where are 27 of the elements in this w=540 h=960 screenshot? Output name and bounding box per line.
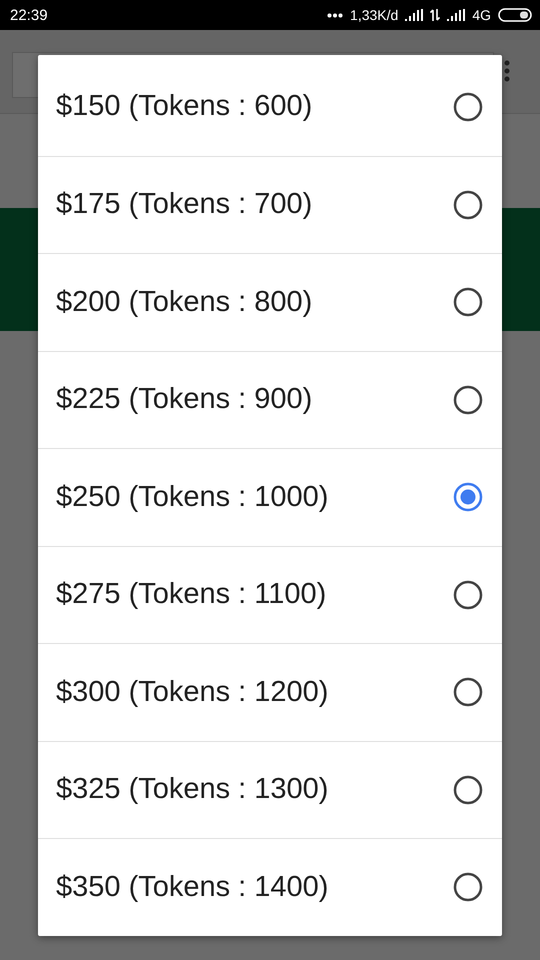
- option-item[interactable]: $300 (Tokens : 1200): [38, 643, 502, 740]
- data-arrows-icon: [430, 9, 440, 21]
- network-speed: 1,33K/d: [350, 7, 398, 23]
- option-item[interactable]: $150 (Tokens : 600): [38, 58, 502, 156]
- option-item[interactable]: $250 (Tokens : 1000): [38, 448, 502, 546]
- radio-button[interactable]: [453, 190, 483, 220]
- more-dots-icon: [327, 12, 344, 18]
- signal-icon: [447, 9, 466, 21]
- option-item[interactable]: $225 (Tokens : 900): [38, 350, 502, 448]
- radio-button[interactable]: [453, 482, 483, 512]
- network-type: 4G: [472, 7, 491, 23]
- battery-icon: [498, 8, 532, 22]
- signal-icon: [405, 9, 424, 21]
- radio-button[interactable]: [453, 580, 483, 610]
- radio-button[interactable]: [453, 287, 483, 318]
- overflow-menu-icon[interactable]: [504, 60, 510, 82]
- option-item[interactable]: $175 (Tokens : 700): [38, 156, 502, 253]
- radio-button[interactable]: [453, 872, 483, 902]
- option-item[interactable]: $200 (Tokens : 800): [38, 253, 502, 350]
- option-item[interactable]: $350 (Tokens : 1400): [38, 838, 502, 936]
- option-item[interactable]: $325 (Tokens : 1300): [38, 740, 502, 838]
- radio-button[interactable]: [453, 774, 483, 805]
- radio-button[interactable]: [453, 92, 483, 122]
- radio-button[interactable]: [453, 384, 483, 415]
- radio-button[interactable]: [453, 677, 483, 708]
- status-time: 22:39: [10, 6, 48, 24]
- option-item[interactable]: $275 (Tokens : 1100): [38, 546, 502, 643]
